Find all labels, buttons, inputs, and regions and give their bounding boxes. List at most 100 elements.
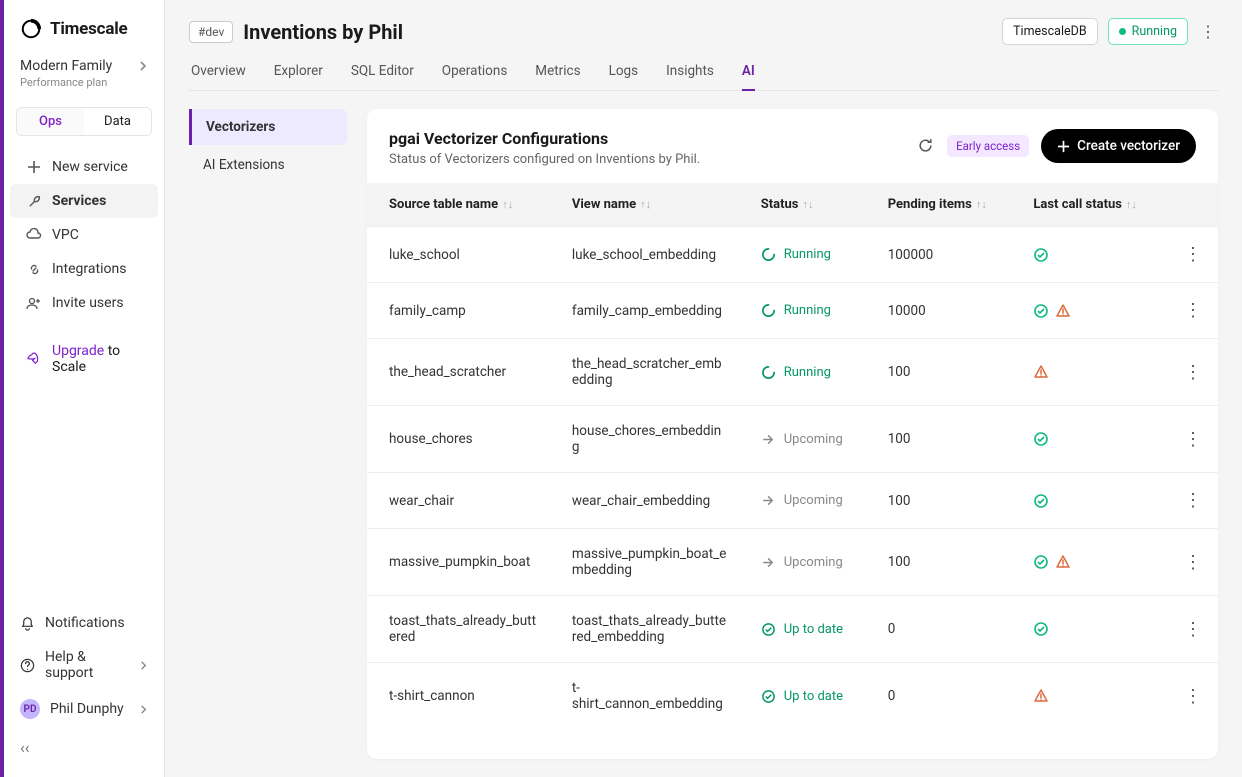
subnav-vectorizers[interactable]: Vectorizers [189,109,347,145]
cell-pending: 100 [872,473,1018,529]
col-last[interactable]: Last call status↑↓ [1017,183,1168,227]
status-up-to-date: Up to date [761,689,856,704]
vectorizers-panel: pgai Vectorizer Configurations Status of… [367,109,1218,759]
cell-source: toast_thats_already_buttered [367,596,556,663]
tab-insights[interactable]: Insights [666,63,714,90]
nav-user[interactable]: PD Phil Dunphy [4,690,164,728]
row-menu[interactable]: ⋮ [1184,362,1202,383]
nav-integrations[interactable]: Integrations [10,252,158,286]
row-menu[interactable]: ⋮ [1184,552,1202,573]
row-menu[interactable]: ⋮ [1184,429,1202,450]
nav-help[interactable]: Help & support [4,640,164,690]
cell-view: toast_thats_already_buttered_embedding [556,596,745,663]
toggle-data[interactable]: Data [84,108,151,135]
cloud-icon [26,227,42,243]
col-source[interactable]: Source table name↑↓ [367,183,556,227]
nav-label: VPC [52,227,79,243]
sort-icon: ↑↓ [502,198,513,211]
create-vectorizer-button[interactable]: Create vectorizer [1041,129,1196,163]
cell-view: wear_chair_embedding [556,473,745,529]
nav-upgrade[interactable]: Upgrade to Scale [10,334,158,384]
panel-subtitle: Status of Vectorizers configured on Inve… [389,152,700,167]
nav-label: Upgrade to Scale [52,343,142,375]
content: Vectorizers AI Extensions pgai Vectorize… [165,91,1242,777]
tab-sql-editor[interactable]: SQL Editor [351,63,414,90]
table-row: massive_pumpkin_boatmassive_pumpkin_boat… [367,529,1218,596]
refresh-button[interactable] [917,137,935,155]
chevron-right-icon [139,661,148,670]
kebab-icon: ⋮ [1184,490,1202,511]
toggle-ops[interactable]: Ops [17,108,84,135]
collapse-sidebar[interactable]: ‹‹ [4,728,164,767]
nav-new-service[interactable]: New service [10,150,158,184]
tab-overview[interactable]: Overview [191,63,246,90]
warning-icon [1055,554,1071,570]
check-circle-icon [1033,247,1049,263]
sort-icon: ↑↓ [1126,198,1137,211]
status-upcoming: Upcoming [761,555,856,570]
panel-title: pgai Vectorizer Configurations [389,129,700,148]
kebab-icon: ⋮ [1184,619,1202,640]
nav-vpc[interactable]: VPC [10,218,158,252]
tab-explorer[interactable]: Explorer [274,63,323,90]
project-plan: Performance plan [4,74,164,101]
status-badge: Running [1108,18,1188,45]
tab-metrics[interactable]: Metrics [535,63,580,90]
row-menu[interactable]: ⋮ [1184,686,1202,707]
row-menu[interactable]: ⋮ [1184,490,1202,511]
row-menu[interactable]: ⋮ [1184,619,1202,640]
kebab-icon: ⋮ [1184,686,1202,707]
status-text: Running [1132,24,1177,39]
bell-icon [20,616,35,631]
panel-actions: Early access Create vectorizer [917,129,1196,163]
status-up-to-date: Up to date [761,622,856,637]
sidebar: Timescale Modern Family Performance plan… [0,0,165,777]
cell-last-call [1017,596,1168,663]
chevron-right-icon [138,61,148,71]
tabs: Overview Explorer SQL Editor Operations Metr… [189,63,1218,91]
nav-label: Integrations [52,261,126,277]
col-view[interactable]: View name↑↓ [556,183,745,227]
brand-text: Timescale [50,19,128,39]
refresh-icon [917,137,934,154]
cell-pending: 100 [872,529,1018,596]
tab-ai[interactable]: AI [742,63,755,91]
nav-invite-users[interactable]: Invite users [10,286,158,320]
col-pending[interactable]: Pending items↑↓ [872,183,1018,227]
project-switcher[interactable]: Modern Family [4,58,164,74]
sort-icon: ↑↓ [802,198,813,211]
cell-status: Running [745,339,872,406]
header: #dev Inventions by Phil TimescaleDB Runn… [165,0,1242,91]
col-status[interactable]: Status↑↓ [745,183,872,227]
check-circle-icon [1033,554,1049,570]
subnav-ai-extensions[interactable]: AI Extensions [189,147,347,183]
cell-status: Upcoming [745,406,872,473]
cell-view: house_chores_embedding [556,406,745,473]
cell-source: t-shirt_cannon [367,663,556,730]
db-badge[interactable]: TimescaleDB [1002,18,1098,45]
nav-notifications[interactable]: Notifications [4,606,164,640]
sort-icon: ↑↓ [640,198,651,211]
kebab-icon: ⋮ [1184,244,1202,265]
header-menu[interactable]: ⋮ [1198,22,1218,41]
plus-icon [26,159,42,175]
panel-header: pgai Vectorizer Configurations Status of… [367,109,1218,183]
row-menu[interactable]: ⋮ [1184,244,1202,265]
nav-services[interactable]: Services [10,184,158,218]
row-menu[interactable]: ⋮ [1184,300,1202,321]
table-header-row: Source table name↑↓ View name↑↓ Status↑↓… [367,183,1218,227]
nav-label: Services [52,193,106,209]
cell-pending: 0 [872,596,1018,663]
cell-pending: 100 [872,406,1018,473]
tab-operations[interactable]: Operations [442,63,508,90]
brand-row: Timescale [4,18,164,58]
table-row: t-shirt_cannont-shirt_cannon_embeddingUp… [367,663,1218,730]
page-title: Inventions by Phil [243,20,403,44]
tab-logs[interactable]: Logs [609,63,639,90]
status-upcoming: Upcoming [761,493,856,508]
wrench-icon [26,193,42,209]
nav-label: Help & support [45,649,129,681]
ops-data-toggle: Ops Data [16,107,152,136]
brand-icon [20,18,42,40]
kebab-icon: ⋮ [1200,22,1216,41]
